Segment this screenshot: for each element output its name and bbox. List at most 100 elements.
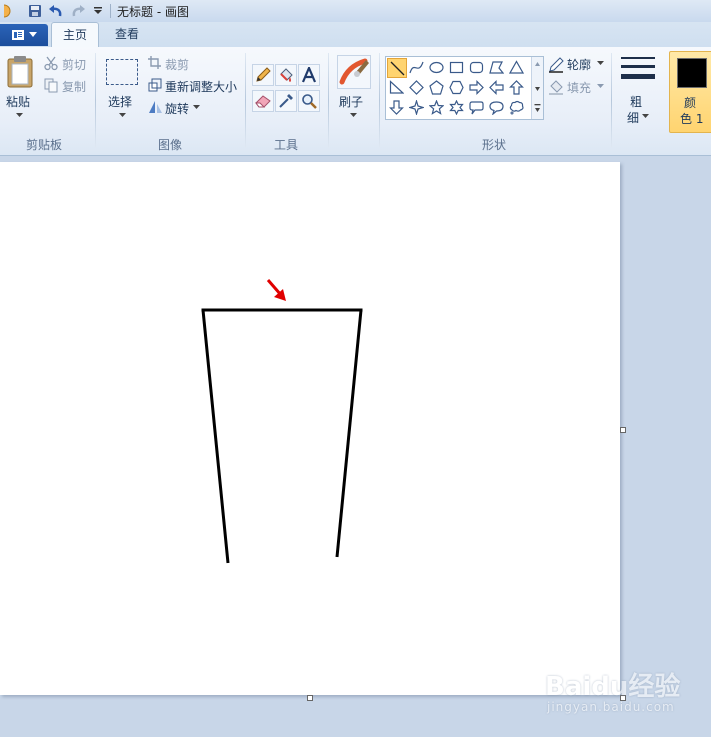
group-separator (611, 53, 612, 148)
magnifier-tool[interactable] (298, 90, 320, 112)
magnifier-icon (302, 94, 317, 109)
paint-menu-button[interactable] (0, 24, 48, 46)
shape-up-arrow[interactable] (507, 78, 526, 97)
shape-five-point-star[interactable] (427, 98, 446, 117)
four-point-star-shape-icon (409, 100, 424, 115)
paste-button[interactable]: 粘贴 (6, 93, 30, 110)
pencil-icon (256, 67, 271, 82)
rotate-button[interactable]: 旋转 (165, 100, 189, 117)
shape-diamond[interactable] (407, 78, 426, 97)
shape-polygon[interactable] (487, 58, 506, 77)
text-tool[interactable] (298, 64, 320, 86)
rotate-icon (149, 101, 162, 113)
resize-icon (148, 78, 162, 92)
shape-cloud-callout[interactable] (507, 98, 526, 117)
rotate-dropdown-icon[interactable] (193, 105, 200, 110)
title-bar: 无标题 - 画图 (0, 0, 711, 23)
brushes-dropdown-icon[interactable] (350, 113, 357, 118)
fill-dropdown-icon (597, 84, 604, 88)
select-button[interactable]: 选择 (108, 93, 132, 110)
ribbon-tab-row: 主页 查看 (0, 22, 711, 48)
shape-pentagon[interactable] (427, 78, 446, 97)
shape-six-point-star[interactable] (447, 98, 466, 117)
paste-icon[interactable] (5, 55, 35, 92)
shape-rounded-callout[interactable] (467, 98, 486, 117)
tab-home[interactable]: 主页 (51, 22, 99, 48)
shapes-group-label: 形状 (481, 138, 506, 152)
fill-button[interactable]: 填充 (567, 79, 591, 96)
redo-icon[interactable] (70, 3, 86, 19)
shape-down-arrow[interactable] (387, 98, 406, 117)
shape-rounded-rectangle[interactable] (467, 58, 486, 77)
workspace (0, 156, 711, 737)
cut-icon (44, 56, 58, 71)
color-1-label-line1: 颜 (684, 96, 697, 110)
canvas-resize-handle-bottom[interactable] (307, 695, 313, 701)
fill-tool[interactable] (275, 64, 297, 86)
brushes-button[interactable]: 刷子 (339, 93, 363, 110)
shape-line[interactable] (387, 58, 407, 78)
oval-callout-shape-icon (489, 101, 504, 115)
size-dropdown-icon (642, 114, 649, 118)
canvas-drawing (201, 279, 363, 564)
text-icon (301, 67, 317, 83)
shape-curve[interactable] (407, 58, 426, 77)
shape-right-arrow[interactable] (467, 78, 486, 97)
window-title: 无标题 - 画图 (117, 5, 189, 19)
eraser-icon (255, 95, 271, 108)
pencil-tool[interactable] (252, 64, 274, 86)
shape-triangle[interactable] (507, 58, 526, 77)
shape-oval[interactable] (427, 58, 446, 77)
shape-rectangle[interactable] (447, 58, 466, 77)
crop-button[interactable]: 裁剪 (165, 56, 189, 73)
undo-icon[interactable] (48, 3, 64, 19)
outline-button[interactable]: 轮廓 (567, 56, 591, 73)
shapes-gallery-scrollbar[interactable] (531, 57, 543, 119)
triangle-shape-icon (509, 60, 524, 74)
fill-bucket-icon (280, 68, 293, 82)
shape-right-triangle[interactable] (387, 78, 406, 97)
color-1-button[interactable]: 颜 色 1 (669, 51, 711, 133)
quick-access-dropdown-icon[interactable] (90, 3, 106, 19)
paste-dropdown-icon[interactable] (16, 113, 23, 118)
shape-oval-callout[interactable] (487, 98, 506, 117)
image-group-label: 图像 (157, 138, 182, 152)
resize-button[interactable]: 重新调整大小 (165, 78, 237, 95)
brush-icon (339, 58, 369, 85)
shape-four-point-star[interactable] (407, 98, 426, 117)
up-arrow-shape-icon (509, 80, 524, 95)
rounded-callout-shape-icon (469, 101, 484, 115)
baidu-watermark: Baidu经验 jingyan.baidu.com (545, 660, 705, 720)
brushes-button-icon[interactable] (337, 55, 371, 89)
eraser-tool[interactable] (252, 90, 274, 112)
drawing-canvas[interactable] (0, 162, 620, 695)
clipboard-group-label: 剪贴板 (25, 138, 62, 152)
copy-button[interactable]: 复制 (62, 78, 86, 95)
select-dropdown-icon[interactable] (119, 113, 126, 118)
five-point-star-shape-icon (429, 100, 444, 115)
outline-dropdown-icon[interactable] (597, 61, 604, 66)
red-arrow-icon (266, 279, 286, 301)
line-size-icon (621, 57, 655, 79)
cut-button[interactable]: 剪切 (62, 56, 86, 73)
watermark-brand: Baidu经验 (545, 672, 681, 702)
polygon-shape-icon (489, 61, 504, 74)
gallery-scroll-arrows-icon (534, 62, 541, 112)
shape-hexagon[interactable] (447, 78, 466, 97)
left-arrow-shape-icon (489, 80, 504, 95)
shape-left-arrow[interactable] (487, 78, 506, 97)
select-icon[interactable] (106, 59, 138, 85)
save-icon[interactable] (27, 3, 43, 19)
tab-view[interactable]: 查看 (104, 22, 150, 47)
color-picker-tool[interactable] (275, 90, 297, 112)
rounded-rectangle-shape-icon (469, 61, 484, 74)
cup-left-side (201, 309, 230, 564)
cloud-callout-shape-icon (509, 100, 524, 115)
curve-shape-icon (409, 61, 424, 74)
app-icon[interactable] (0, 3, 16, 19)
color-1-swatch (677, 58, 707, 88)
group-separator (95, 53, 96, 148)
canvas-resize-handle-right[interactable] (620, 427, 626, 433)
crop-icon (148, 56, 161, 69)
rectangle-shape-icon (449, 61, 464, 74)
